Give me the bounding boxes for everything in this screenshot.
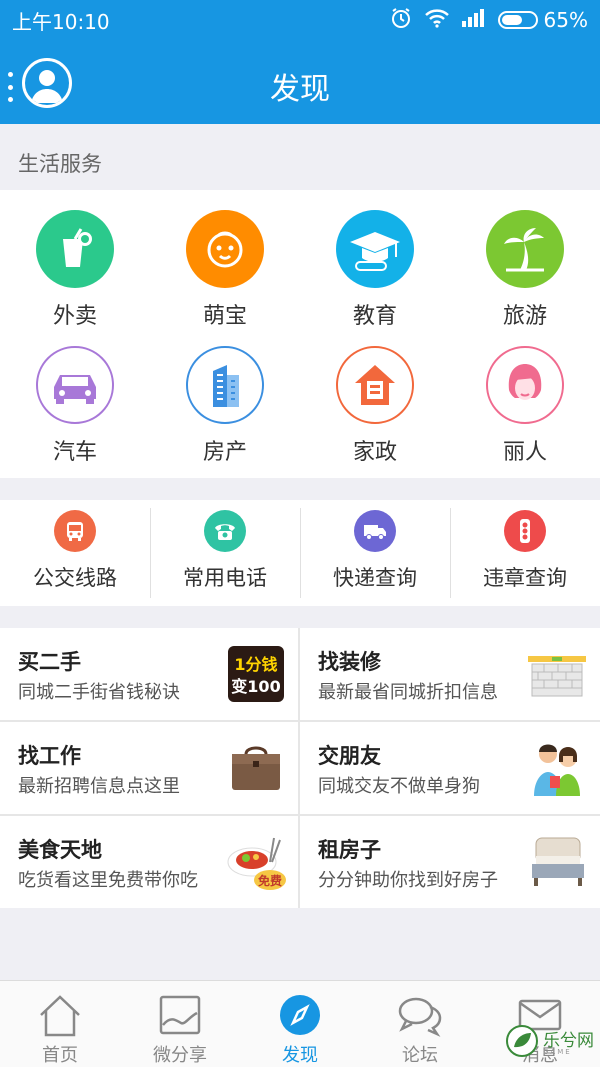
tab-discover[interactable]: 发现 — [240, 981, 360, 1067]
image-icon — [120, 993, 240, 1037]
battery-indicator: 65% — [497, 8, 588, 32]
card-jobs[interactable]: 找工作 最新招聘信息点这里 — [0, 722, 298, 814]
service-label: 教育 — [352, 304, 397, 329]
badge-text-2: 变100 — [231, 677, 280, 696]
card-title: 买二手 — [18, 650, 81, 674]
truck-icon — [354, 510, 396, 552]
page-title: 发现 — [270, 72, 330, 107]
service-label: 丽人 — [502, 440, 547, 465]
service-education[interactable]: 教育 — [300, 210, 450, 330]
tab-forum[interactable]: 论坛 — [360, 981, 480, 1067]
quick-link-label: 公交线路 — [33, 566, 117, 590]
tab-label: 发现 — [282, 1045, 318, 1066]
brick-wall-icon — [526, 642, 590, 706]
card-title: 交朋友 — [318, 744, 381, 768]
signal-icon — [461, 8, 486, 32]
tab-share[interactable]: 微分享 — [120, 981, 240, 1067]
card-food[interactable]: 美食天地 吃货看这里免费带你吃 免费 — [0, 816, 298, 908]
services-grid: 外卖 萌宝 教育 旅游 汽车 房产 家政 丽人 — [0, 190, 600, 478]
graduation-cap-icon — [336, 210, 414, 288]
card-subtitle: 同城二手街省钱秘诀 — [18, 682, 180, 703]
quick-link-violation[interactable]: 违章查询 — [450, 500, 600, 606]
quick-link-label: 快递查询 — [333, 566, 417, 590]
quick-link-label: 常用电话 — [183, 566, 267, 590]
tab-label: 首页 — [42, 1045, 78, 1066]
tab-home[interactable]: 首页 — [0, 981, 120, 1067]
house-icon — [336, 346, 414, 424]
card-subtitle: 分分钟助你找到好房子 — [318, 870, 498, 891]
battery-percent: 65% — [543, 8, 588, 32]
app-header: 发现 — [0, 40, 600, 124]
service-property[interactable]: 房产 — [150, 346, 300, 466]
card-decoration[interactable]: 找装修 最新最省同城折扣信息 — [300, 628, 600, 720]
wifi-icon — [424, 8, 450, 33]
card-title: 租房子 — [318, 838, 381, 862]
service-label: 外卖 — [52, 304, 97, 329]
section-title: 生活服务 — [0, 124, 600, 190]
card-second-hand[interactable]: 买二手 同城二手街省钱秘诀 1分钱变100 — [0, 628, 298, 720]
service-label: 房产 — [202, 440, 247, 465]
quick-link-express[interactable]: 快递查询 — [300, 500, 450, 606]
couple-icon — [526, 736, 590, 800]
car-icon — [36, 346, 114, 424]
watermark-subtext: GAME — [543, 1048, 572, 1056]
quick-link-bus[interactable]: 公交线路 — [0, 500, 150, 606]
service-travel[interactable]: 旅游 — [450, 210, 600, 330]
card-subtitle: 同城交友不做单身狗 — [318, 776, 480, 797]
briefcase-icon — [224, 736, 288, 800]
card-subtitle: 最新招聘信息点这里 — [18, 776, 180, 797]
quick-link-label: 违章查询 — [483, 566, 567, 590]
battery-fill — [501, 15, 523, 25]
card-rent[interactable]: 租房子 分分钟助你找到好房子 — [300, 816, 600, 908]
service-beauty[interactable]: 丽人 — [450, 346, 600, 466]
service-housekeeping[interactable]: 家政 — [300, 346, 450, 466]
card-title: 美食天地 — [18, 838, 102, 862]
service-label: 旅游 — [502, 304, 547, 329]
badge-text: 1分钱 — [234, 655, 277, 674]
card-title: 找工作 — [18, 744, 81, 768]
quick-link-phone[interactable]: 常用电话 — [150, 500, 300, 606]
tab-label: 微分享 — [153, 1045, 207, 1066]
card-subtitle: 吃货看这里免费带你吃 — [18, 870, 198, 891]
service-car[interactable]: 汽车 — [0, 346, 150, 466]
palm-tree-icon — [486, 210, 564, 288]
chat-bubbles-icon — [360, 993, 480, 1037]
feature-cards: 买二手 同城二手街省钱秘诀 1分钱变100 找装修 最新最省同城折扣信息 找工作… — [0, 628, 600, 908]
phone-icon — [204, 510, 246, 552]
building-icon — [186, 346, 264, 424]
service-baby[interactable]: 萌宝 — [150, 210, 300, 330]
watermark-logo: 乐兮网 GAME — [505, 1024, 595, 1064]
free-badge-text: 免费 — [258, 873, 282, 888]
service-takeout[interactable]: 外卖 — [0, 210, 150, 330]
card-friends[interactable]: 交朋友 同城交友不做单身狗 — [300, 722, 600, 814]
woman-icon — [486, 346, 564, 424]
service-label: 萌宝 — [202, 304, 247, 329]
quick-links-row: 公交线路 常用电话 快递查询 违章查询 — [0, 500, 600, 606]
bus-icon — [54, 510, 96, 552]
drink-icon — [36, 210, 114, 288]
card-title: 找装修 — [318, 650, 381, 674]
status-time: 上午10:10 — [12, 9, 110, 34]
food-plate-icon: 免费 — [224, 830, 288, 894]
alarm-icon — [390, 7, 412, 34]
status-bar: 上午10:10 65% — [0, 0, 600, 40]
service-label: 汽车 — [52, 440, 97, 465]
tab-label: 论坛 — [402, 1045, 438, 1066]
home-icon — [0, 993, 120, 1037]
leaf-logo-icon — [506, 1025, 538, 1057]
baby-icon — [186, 210, 264, 288]
card-subtitle: 最新最省同城折扣信息 — [318, 682, 498, 703]
compass-icon — [240, 993, 360, 1037]
one-cent-badge-icon: 1分钱变100 — [224, 642, 288, 706]
bed-icon — [526, 830, 590, 894]
status-icons: 65% — [390, 7, 588, 34]
service-label: 家政 — [352, 440, 397, 465]
battery-icon — [497, 11, 538, 29]
traffic-light-icon — [504, 510, 546, 552]
